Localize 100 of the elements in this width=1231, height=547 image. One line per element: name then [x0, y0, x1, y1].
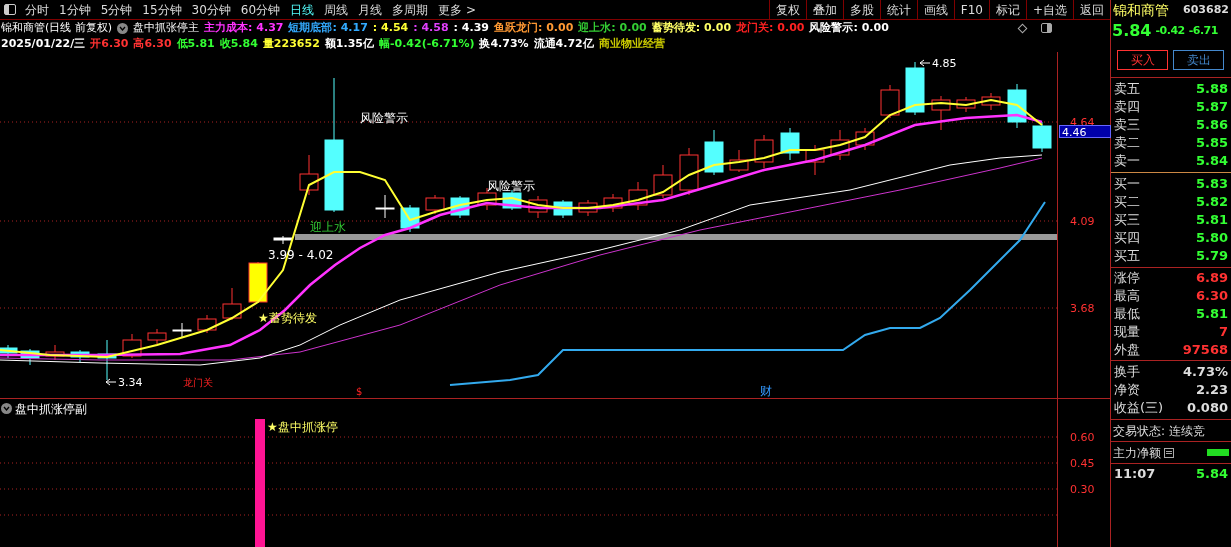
- stock-code: 603682: [1183, 1, 1229, 18]
- toolbar-button[interactable]: 统计: [879, 0, 917, 20]
- period-tab[interactable]: 分时: [20, 0, 54, 19]
- toolbar-button[interactable]: 叠加: [805, 0, 843, 20]
- chart-title: 锦和商管(日线 前复权): [1, 20, 113, 36]
- order-level-label: 卖二: [1114, 134, 1140, 153]
- panel-toggle-icon[interactable]: [1041, 23, 1052, 34]
- candlestick: [425, 194, 445, 214]
- candlestick: [299, 154, 319, 195]
- indicator-value: : 4.58: [413, 20, 449, 36]
- toolbar-button[interactable]: 标记: [988, 0, 1026, 20]
- period-tab[interactable]: 60分钟: [235, 0, 286, 19]
- candlestick: [704, 129, 724, 175]
- indicator-value: : 4.39: [453, 20, 489, 36]
- candlestick: [956, 96, 976, 112]
- pointer-arrow-icon: [919, 59, 931, 66]
- candlestick: [679, 147, 699, 195]
- candlestick: [805, 144, 825, 175]
- order-level-label: 卖三: [1114, 116, 1140, 135]
- period-tab[interactable]: 日线: [285, 0, 320, 19]
- toolbar-button[interactable]: 多股: [842, 0, 880, 20]
- chart-annotation: 风险警示: [360, 110, 408, 125]
- quote-value: 额1.35亿: [324, 35, 374, 52]
- period-tab[interactable]: 多周期: [387, 0, 434, 19]
- axis-tick-label: 3.68: [1070, 300, 1095, 317]
- candlestick: [628, 181, 648, 210]
- quote-value: 低5.81: [176, 35, 215, 52]
- candlestick: [780, 127, 800, 160]
- buy-button[interactable]: 买入: [1117, 49, 1168, 70]
- main-net-label: 主力净额: [1113, 444, 1161, 462]
- list-icon[interactable]: [1164, 447, 1174, 458]
- chart-annotation: 财: [760, 383, 772, 398]
- order-price: 5.82: [1195, 193, 1228, 212]
- chart-annotation: 迎上水: [310, 219, 346, 234]
- last-price: 5.84: [1112, 20, 1152, 42]
- chevron-icon[interactable]: [117, 22, 129, 34]
- candlestick: [754, 134, 774, 168]
- stat-label: 换手: [1114, 363, 1140, 382]
- quote-value: 高6.30: [133, 35, 172, 52]
- indicator-value: 迎上水: 0.00: [578, 20, 647, 36]
- stat-value: 4.73%: [1182, 363, 1228, 382]
- stat-label: 最低: [1114, 305, 1140, 324]
- period-tab[interactable]: 15分钟: [137, 0, 187, 19]
- stat-value: 2.23: [1195, 381, 1228, 400]
- order-level-label: 买二: [1114, 193, 1140, 212]
- tick-time: 11:07: [1114, 465, 1156, 484]
- candlestick: [147, 328, 167, 344]
- chart-annotation: 风险警示: [487, 178, 535, 193]
- indicator-value: 短期底部: 4.17: [288, 20, 368, 36]
- candlestick: [880, 84, 900, 118]
- quote-value: 2025/01/22/三: [1, 35, 86, 52]
- indicator-value: 蓄势待发: 0.00: [651, 20, 732, 36]
- chart-annotation: $: [356, 385, 363, 397]
- order-level-label: 卖四: [1114, 98, 1140, 117]
- period-tab[interactable]: 1分钟: [54, 0, 96, 19]
- panel-toggle-icon[interactable]: [4, 4, 16, 15]
- axis-tick-label: 0.30: [1070, 481, 1095, 498]
- indicator-value: 龙门关: 0.00: [736, 20, 805, 36]
- order-price: 5.81: [1195, 211, 1228, 230]
- toolbar-button[interactable]: 返回: [1073, 0, 1110, 20]
- period-tab[interactable]: 5分钟: [95, 0, 138, 19]
- toolbar-button[interactable]: 复权: [768, 0, 806, 20]
- stat-label: 最高: [1114, 287, 1140, 306]
- quote-value: 流通4.72亿: [533, 35, 594, 52]
- quote-value: 收5.84: [219, 35, 258, 52]
- candlestick: [553, 199, 573, 218]
- toolbar-button[interactable]: F10: [953, 0, 989, 20]
- chevron-icon[interactable]: [1, 403, 12, 414]
- candlestick: [855, 127, 875, 150]
- period-tab[interactable]: 月线: [353, 0, 388, 19]
- candlestick: [0, 344, 18, 358]
- stat-label: 涨停: [1114, 269, 1140, 288]
- pane-title[interactable]: 盘中抓涨停副: [15, 399, 87, 418]
- toolbar-button[interactable]: 画线: [916, 0, 954, 20]
- period-tab[interactable]: 周线: [319, 0, 354, 19]
- candlestick: [905, 61, 925, 115]
- candlestick: [122, 333, 142, 358]
- axis-tick-label: 0.60: [1070, 429, 1095, 446]
- candlestick: [528, 195, 548, 218]
- price-label: 3.34: [118, 375, 143, 389]
- trade-status: 交易状态: 连续竞: [1113, 422, 1205, 440]
- sell-button[interactable]: 卖出: [1173, 49, 1224, 70]
- quote-value: 开6.30: [90, 35, 129, 52]
- formula-name[interactable]: 盘中抓张停主: [133, 20, 200, 37]
- indicator-value: : 4.54: [372, 20, 409, 36]
- toolbar-button[interactable]: +自选: [1025, 0, 1073, 20]
- axis-tick-label: 0.45: [1070, 455, 1095, 472]
- candlestick: [1007, 83, 1027, 128]
- period-tab[interactable]: 30分钟: [186, 0, 236, 19]
- indicator-value: 风险警示: 0.00: [809, 20, 889, 36]
- stat-label: 收益(三): [1114, 399, 1164, 418]
- price-label: 4.85: [932, 56, 957, 70]
- period-tab[interactable]: 更多 >: [433, 0, 481, 19]
- candlestick: [578, 199, 598, 216]
- candlestick: [45, 344, 65, 360]
- order-level-label: 买一: [1114, 175, 1140, 194]
- order-level-label: 买三: [1114, 211, 1140, 230]
- stat-value: 97568: [1182, 341, 1228, 360]
- order-level-label: 卖一: [1114, 152, 1140, 171]
- quote-value: 商业物业经营: [598, 35, 665, 52]
